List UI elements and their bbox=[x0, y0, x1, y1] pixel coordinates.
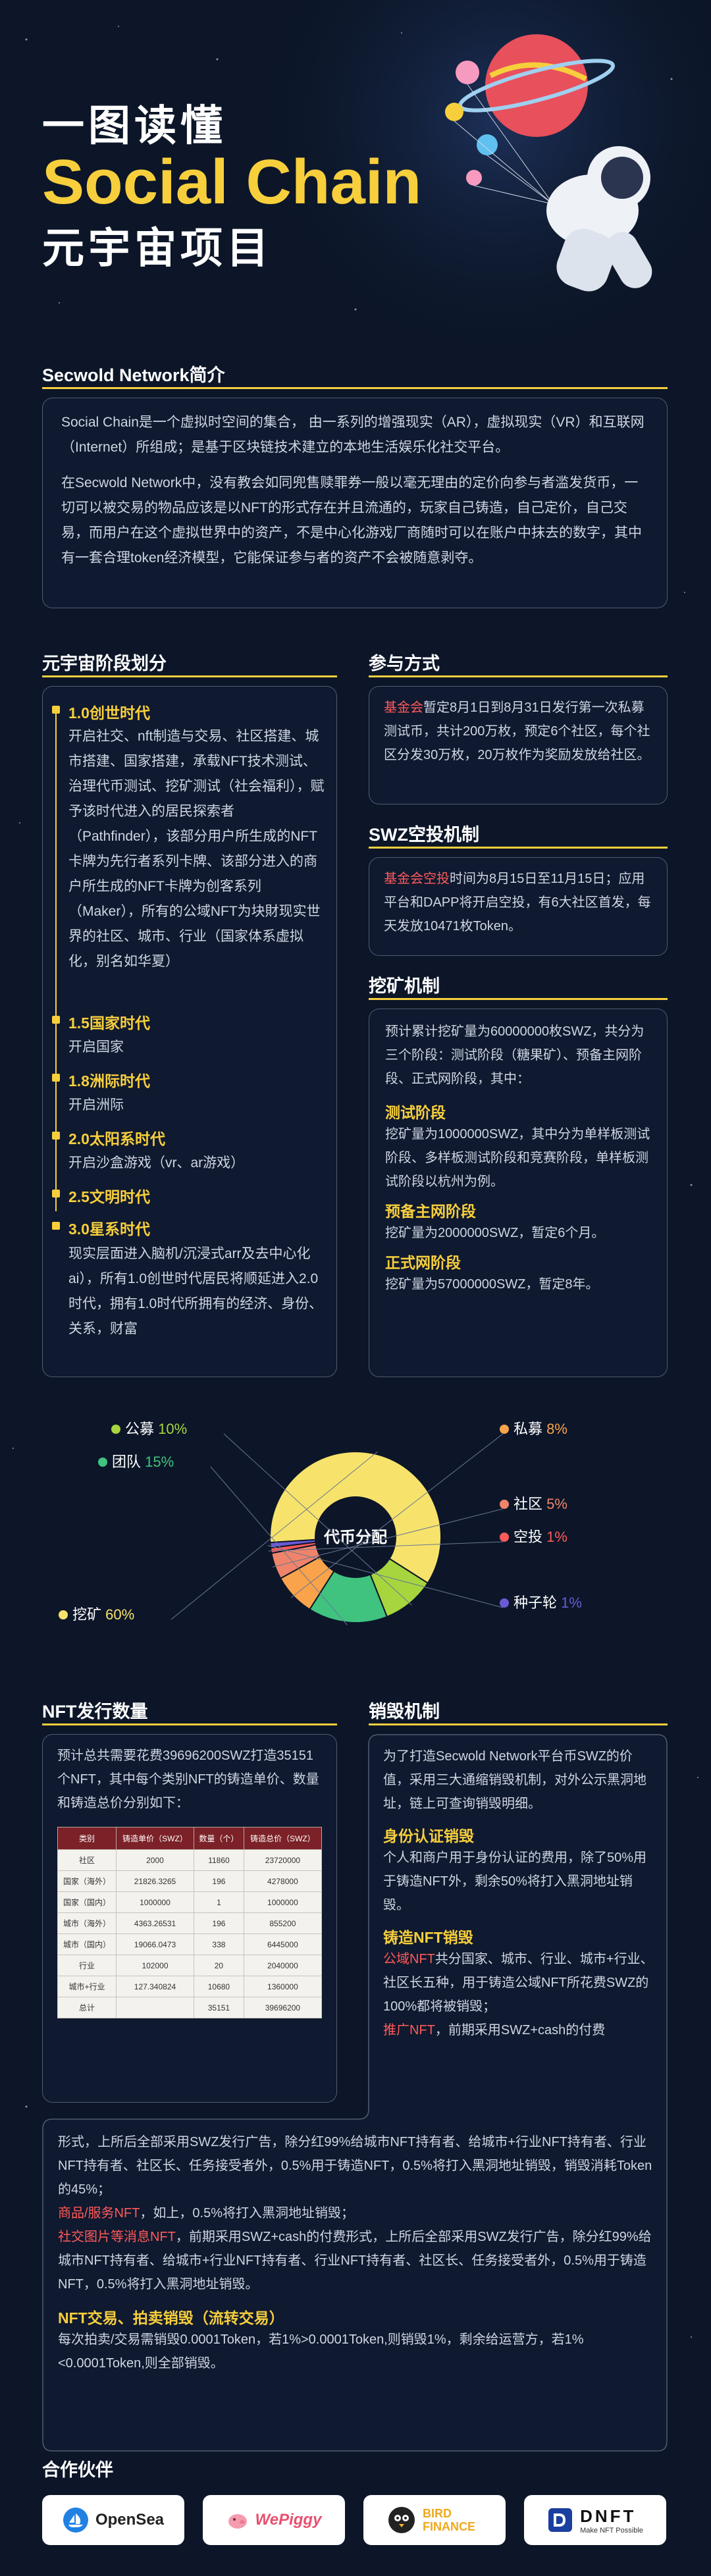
timeline-dot bbox=[52, 1190, 60, 1197]
timeline-dot bbox=[52, 1132, 60, 1140]
public-nft-label: 公域NFT bbox=[383, 1952, 435, 1966]
burn-right-column: 为了打造Secwold Network平台币SWZ的价值，采用三大通缩销毁机制，… bbox=[383, 1745, 656, 2042]
promo-nft-text-2: 形式，上所后全部采用SWZ发行广告，除分红99%给城市NFT持有者、给城市+行业… bbox=[58, 2135, 652, 2197]
chart-title: 代币分配 bbox=[323, 1529, 387, 1546]
timeline-dot bbox=[52, 1222, 60, 1230]
timeline-dot bbox=[52, 706, 60, 714]
intro-paragraph-1: Social Chain是一个虚拟时空间的集合， 由一系列的增强现实（AR），虚… bbox=[61, 415, 645, 455]
promo-nft-text: ，前期采用SWZ+cash的付费 bbox=[434, 2023, 606, 2037]
dnft-logo-icon bbox=[548, 2508, 573, 2532]
stage-title-3: 1.8洲际时代 bbox=[68, 1072, 150, 1090]
hero-title: Social Chain bbox=[42, 147, 422, 217]
astronaut-illustration bbox=[445, 34, 652, 292]
mining-phase-text-3: 挖矿量为57000000SWZ，暂定8年。 bbox=[385, 1277, 599, 1292]
bird-icon bbox=[388, 2507, 415, 2533]
mining-title: 挖矿机制 bbox=[369, 976, 440, 996]
token-distribution-chart: 代币分配 挖矿 60% 公募 10% 团队 15% 私募 8% 社区 5% 空投 1% 种子… bbox=[59, 1421, 582, 1625]
legend-dot bbox=[59, 1610, 68, 1619]
legend-label-公募: 公募 10% bbox=[125, 1421, 187, 1437]
partners-title: 合作伙伴 bbox=[42, 2460, 113, 2480]
legend-dot bbox=[500, 1598, 509, 1608]
legend-label-种子轮: 种子轮 1% bbox=[514, 1594, 582, 1611]
participation-divider bbox=[369, 675, 668, 677]
legend-label-社区: 社区 5% bbox=[514, 1496, 567, 1512]
intro-title: Secwold Network简介 bbox=[42, 365, 225, 385]
partner-dnft[interactable]: DNFT Make NFT Possible bbox=[524, 2495, 666, 2545]
legend-label-空投: 空投 1% bbox=[514, 1529, 567, 1545]
stage-desc-2: 开启国家 bbox=[68, 1039, 124, 1055]
burn-title: 销毁机制 bbox=[369, 1702, 440, 1722]
legend-label-团队: 团队 15% bbox=[112, 1454, 174, 1470]
partner-label-opensea: OpenSea bbox=[95, 2511, 165, 2529]
dnft-tagline: Make NFT Possible bbox=[580, 2526, 643, 2535]
stage-desc-1: 开启社交、nft制造与交易、社区搭建、城市搭建、国家搭建，承载NFT技术测试、治… bbox=[68, 729, 325, 969]
participation-label: 基金会 bbox=[384, 700, 423, 715]
stage-title-1: 1.0创世时代 bbox=[68, 704, 150, 722]
mining-box: 预计累计挖矿量为60000000枚SWZ，共分为三个阶段：测试阶段（糖果矿）、预… bbox=[369, 1009, 668, 1377]
legend-dot bbox=[500, 1500, 509, 1509]
nft-issue-divider bbox=[42, 1723, 337, 1725]
stage-desc-3: 开启洲际 bbox=[68, 1097, 124, 1113]
partner-opensea[interactable]: OpenSea bbox=[42, 2495, 184, 2545]
participation-title: 参与方式 bbox=[369, 654, 440, 673]
mining-phase-title-3: 正式网阶段 bbox=[385, 1254, 461, 1271]
legend-dot bbox=[111, 1425, 120, 1434]
participation-text: 暂定8月1日到8月31日发行第一次私募测试币，共计200万枚，预定6个社区，每个… bbox=[384, 700, 650, 762]
stage-title-2: 1.5国家时代 bbox=[68, 1014, 150, 1032]
legend-dot bbox=[500, 1533, 509, 1542]
mining-phase-title-2: 预备主网阶段 bbox=[385, 1203, 476, 1220]
burn-bottom-column: 形式，上所后全部采用SWZ发行广告，除分红99%给城市NFT持有者、给城市+行业… bbox=[58, 2130, 653, 2375]
legend-label-私募: 私募 8% bbox=[514, 1421, 567, 1437]
legend-dot bbox=[98, 1458, 107, 1467]
opensea-logo-icon bbox=[63, 2508, 88, 2533]
airdrop-box: 基金会空投时间为8月15日至11月15日；应用平台和DAPP将开启空投，有6大社… bbox=[369, 857, 668, 956]
dnft-text-group: DNFT Make NFT Possible bbox=[580, 2506, 643, 2535]
trade-burn-text: 每次拍卖/交易需销毁0.0001Token，若1%>0.0001Token,则销… bbox=[58, 2332, 584, 2371]
partner-wepiggy[interactable]: WePiggy bbox=[203, 2495, 345, 2545]
stage-title-4: 2.0太阳系时代 bbox=[68, 1130, 165, 1147]
stage-desc-4: 开启沙盒游戏（vr、ar游戏） bbox=[68, 1155, 245, 1170]
intro-divider bbox=[42, 387, 668, 389]
mining-intro: 预计累计挖矿量为60000000枚SWZ，共分为三个阶段：测试阶段（糖果矿）、预… bbox=[385, 1024, 645, 1086]
mining-phase-title-1: 测试阶段 bbox=[385, 1104, 446, 1121]
mint-burn-title: 铸造NFT销毁 bbox=[383, 1929, 473, 1946]
stage-title-5: 2.5文明时代 bbox=[68, 1188, 150, 1205]
goods-nft-text: ，如上，0.5%将打入黑洞地址销毁； bbox=[140, 2206, 355, 2221]
hero-line1: 一图读懂 bbox=[42, 102, 226, 149]
legend-dot bbox=[500, 1425, 509, 1434]
piggy-icon bbox=[228, 2514, 247, 2529]
airdrop-divider bbox=[369, 847, 668, 849]
goods-nft-label: 商品/服务NFT bbox=[58, 2206, 140, 2221]
airdrop-title: SWZ空投机制 bbox=[369, 825, 479, 845]
partner-bird-finance[interactable]: BIRD FINANCE bbox=[363, 2495, 506, 2545]
social-nft-label: 社交图片等消息NFT bbox=[58, 2230, 176, 2244]
hero-line3: 元宇宙项目 bbox=[42, 224, 273, 272]
burn-intro: 为了打造Secwold Network平台币SWZ的价值，采用三大通缩销毁机制，… bbox=[383, 1749, 646, 1811]
burn-divider bbox=[369, 1723, 668, 1725]
participation-box: 基金会暂定8月1日到8月31日发行第一次私募测试币，共计200万枚，预定6个社区… bbox=[369, 686, 668, 804]
mining-phase-text-1: 挖矿量为1000000SWZ，其中分为单样板测试阶段、多样板测试阶段和竞赛阶段，… bbox=[385, 1127, 650, 1189]
trade-burn-title: NFT交易、拍卖销毁（流转交易） bbox=[58, 2309, 284, 2326]
airdrop-label: 基金会空投 bbox=[384, 872, 450, 886]
stages-divider bbox=[42, 675, 337, 677]
timeline-dot bbox=[52, 1016, 60, 1024]
identity-burn-text: 个人和商户用于身份认证的费用，除了50%用于铸造NFT外，剩余50%将打入黑洞地… bbox=[383, 1851, 647, 1912]
promo-nft-label: 推广NFT bbox=[383, 2023, 435, 2037]
identity-burn-title: 身份认证销毁 bbox=[383, 1827, 474, 1845]
nft-issue-title: NFT发行数量 bbox=[42, 1702, 148, 1722]
mining-divider bbox=[369, 998, 668, 1000]
stage-title-6: 3.0星系时代 bbox=[68, 1221, 150, 1238]
mining-phase-text-2: 挖矿量为2000000SWZ，暂定6个月。 bbox=[385, 1226, 605, 1240]
timeline-dot bbox=[52, 1074, 60, 1082]
stage-desc-6: 现实层面进入脑机/沉浸式arr及去中心化ai），所有1.0创世时代居民将顺延进入… bbox=[68, 1246, 323, 1336]
partner-label-bird-finance: BIRD FINANCE bbox=[423, 2507, 475, 2533]
partner-label-dnft: DNFT bbox=[580, 2506, 637, 2526]
stages-title: 元宇宙阶段划分 bbox=[42, 654, 167, 673]
intro-box: Social Chain是一个虚拟时空间的集合， 由一系列的增强现实（AR），虚… bbox=[42, 398, 668, 608]
intro-paragraph-2: 在Secwold Network中，没有教会如同兜售赎罪券一般以毫无理由的定价向… bbox=[61, 475, 642, 565]
legend-label-挖矿: 挖矿 60% bbox=[72, 1606, 134, 1623]
partner-label-wepiggy: WePiggy bbox=[255, 2511, 322, 2529]
